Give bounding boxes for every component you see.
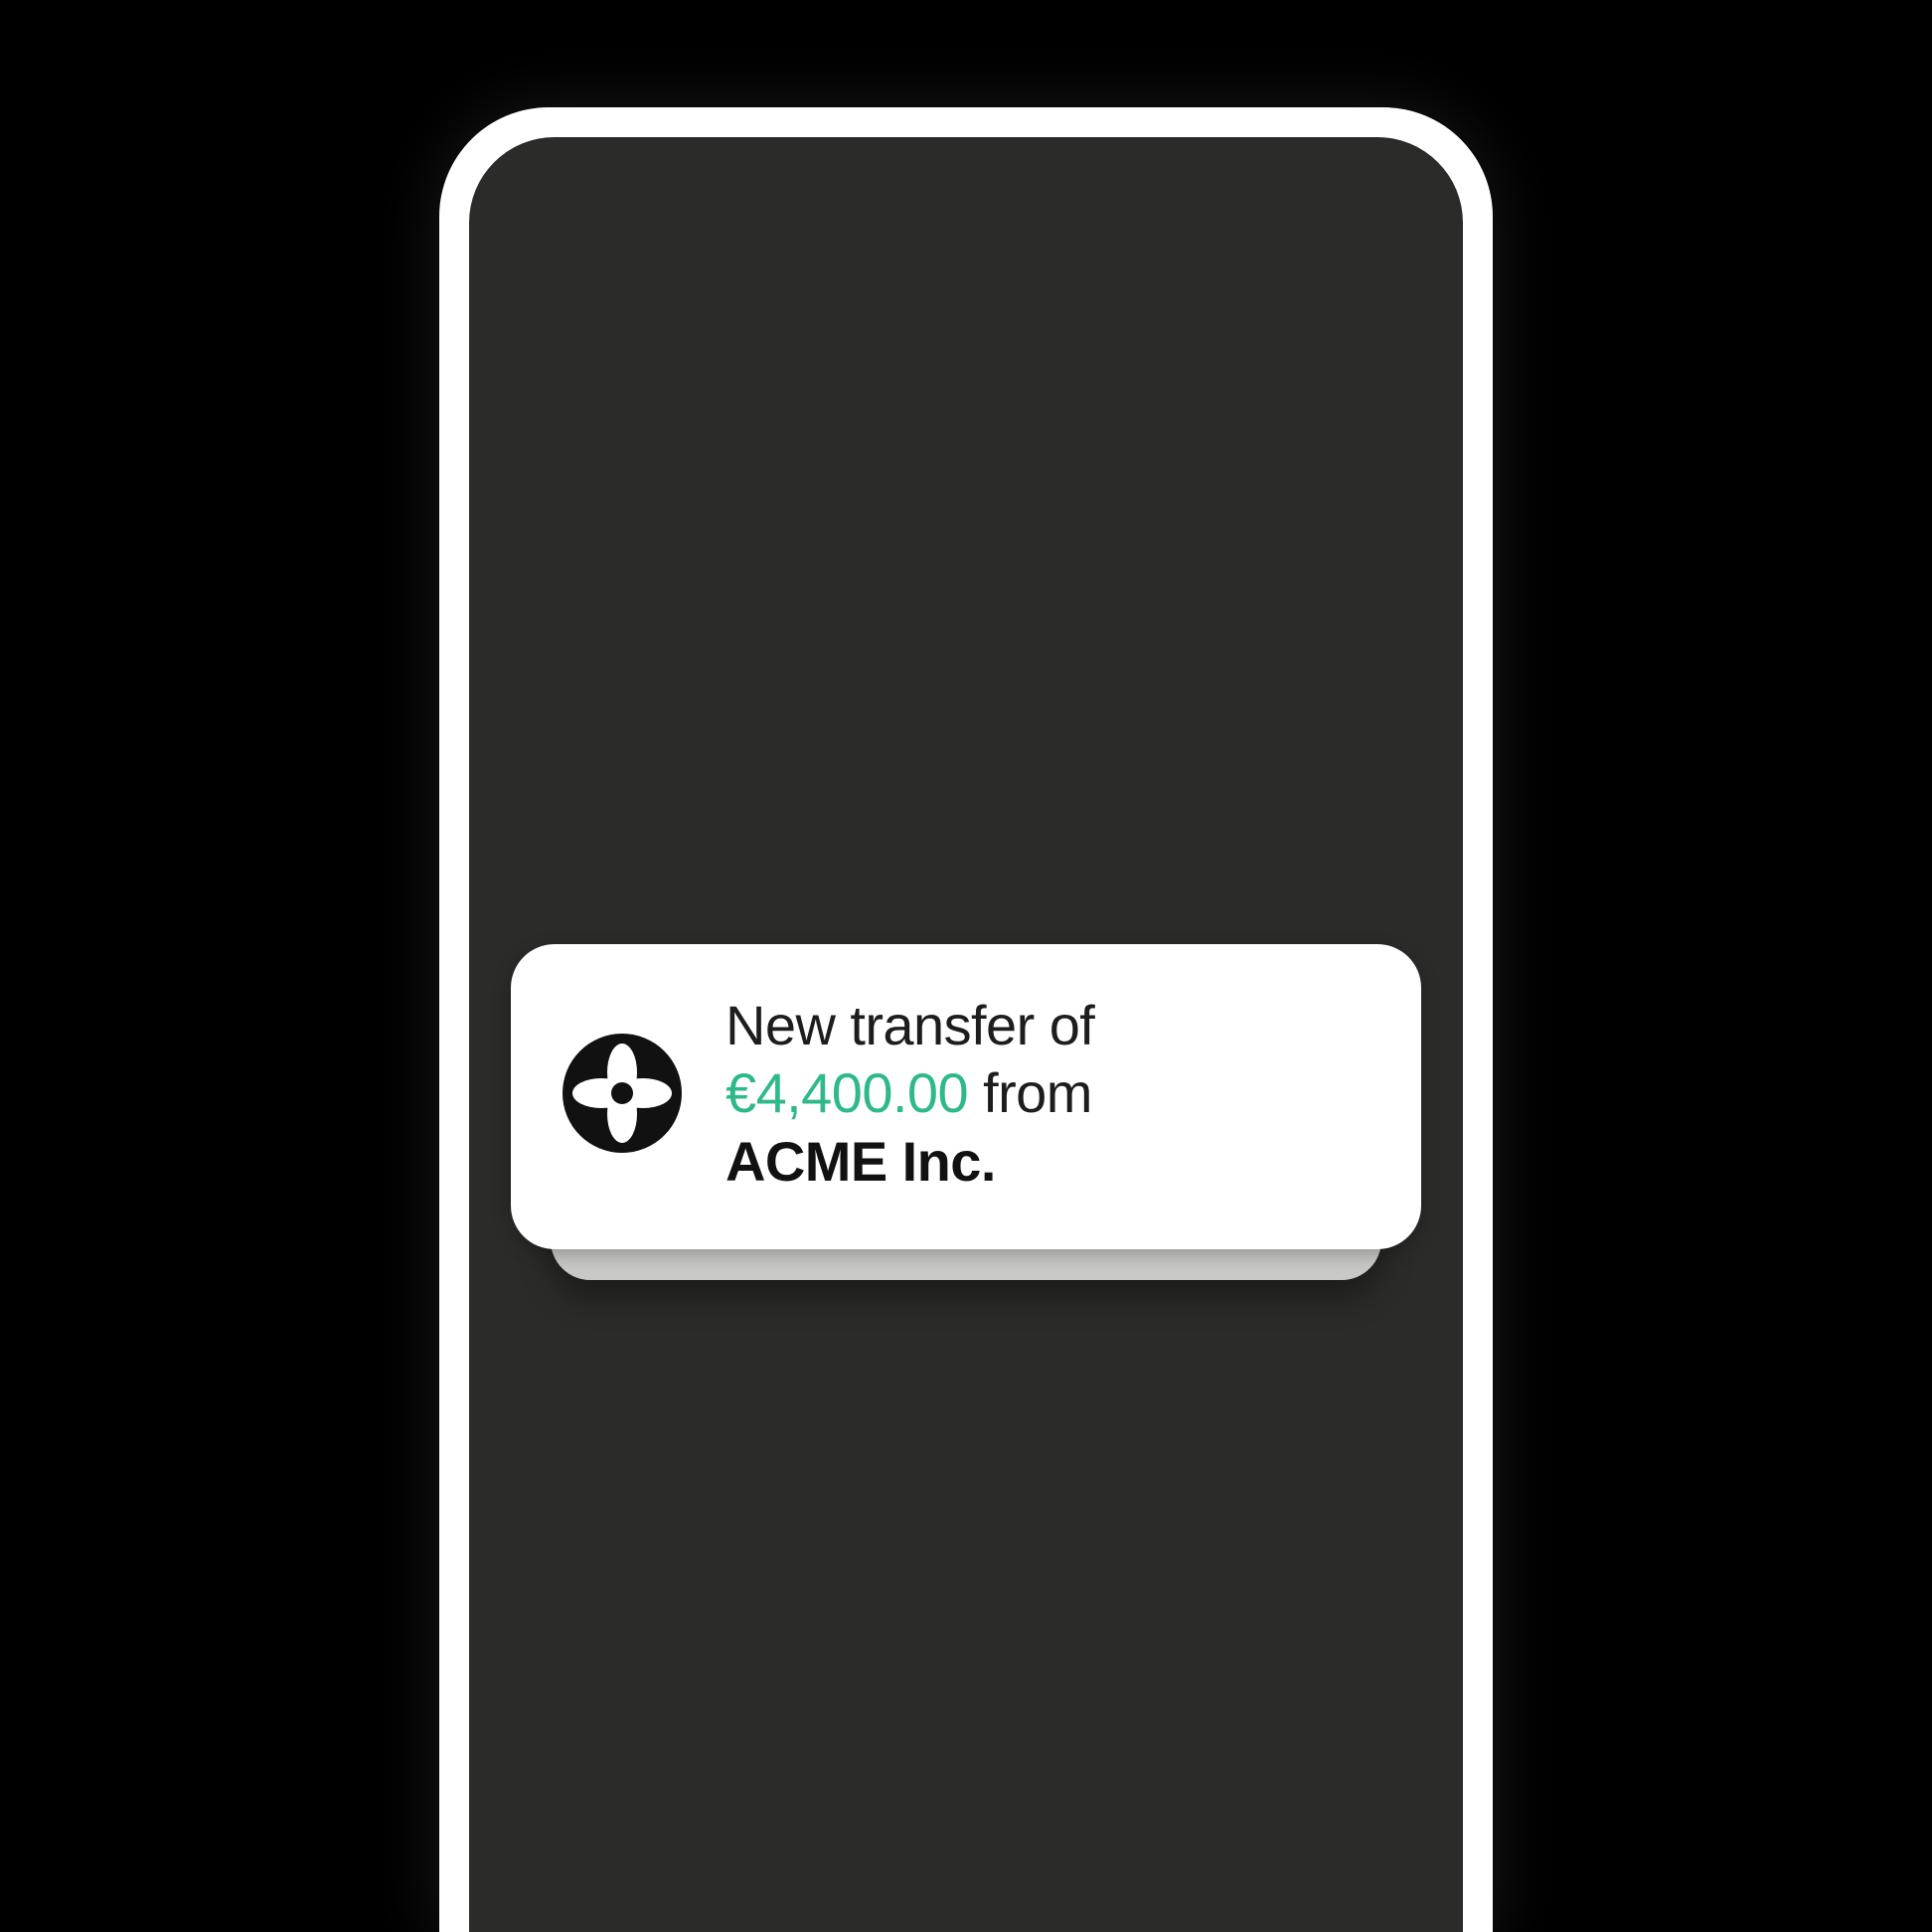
notification-sender: ACME Inc. [725, 1130, 996, 1193]
qonto-flower-icon [563, 1034, 682, 1153]
phone-screen: New transfer of €4,400.00 from ACME Inc. [469, 137, 1463, 1932]
notification-card[interactable]: New transfer of €4,400.00 from ACME Inc. [511, 944, 1421, 1249]
notification-stack: New transfer of €4,400.00 from ACME Inc. [511, 944, 1421, 1249]
notification-text: New transfer of €4,400.00 from ACME Inc. [725, 992, 1362, 1196]
phone-frame: New transfer of €4,400.00 from ACME Inc. [439, 107, 1493, 1932]
notification-prefix: New transfer of [725, 994, 1094, 1056]
notification-amount: €4,400.00 [725, 1061, 968, 1124]
notification-middle: from [983, 1061, 1092, 1124]
